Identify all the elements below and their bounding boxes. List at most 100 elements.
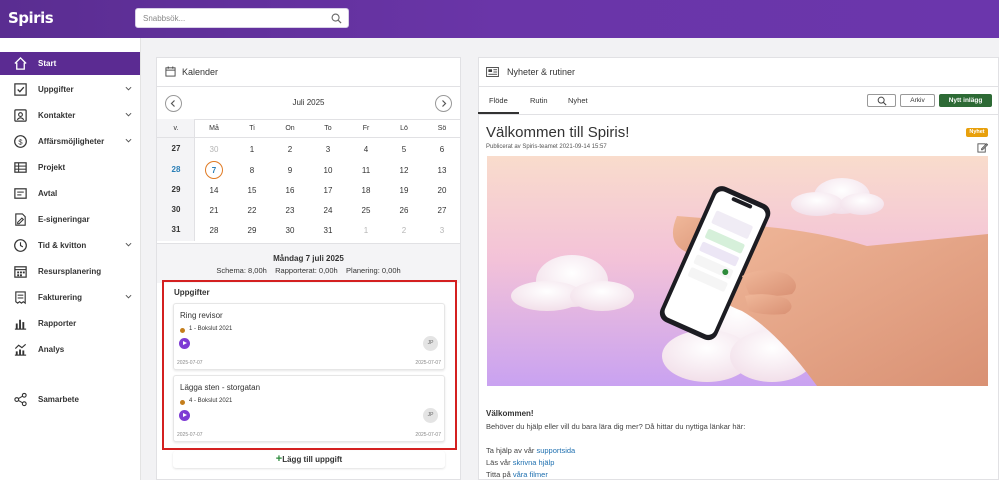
calendar-day[interactable]: 13 (427, 166, 457, 175)
tab-rutin[interactable]: Rutin (530, 96, 548, 105)
sidebar-item-rapporter[interactable]: Rapporter (0, 312, 140, 335)
week-number: 27 (171, 144, 181, 153)
calendar-day[interactable]: 14 (199, 186, 229, 195)
week-number: 30 (171, 205, 181, 214)
news-search-button[interactable] (867, 94, 896, 107)
calendar-day[interactable]: 12 (389, 166, 419, 175)
calendar-day[interactable]: 30 (199, 145, 229, 154)
edit-icon[interactable] (977, 142, 988, 153)
calendar-day[interactable]: 26 (389, 206, 419, 215)
post-meta: Publicerat av Spiris-teamet 2021-09-14 1… (486, 144, 607, 150)
sidebar-item-projekt[interactable]: Projekt (0, 156, 140, 179)
contact-card-icon (14, 109, 27, 122)
calendar-day[interactable]: 21 (199, 206, 229, 215)
sidebar-item-tid-kvitton[interactable]: Tid & kvitton (0, 234, 140, 257)
calendar-day[interactable]: 25 (351, 206, 381, 215)
calendar-day[interactable]: 2 (275, 145, 305, 154)
hero-image (487, 156, 988, 386)
tasks-title: Uppgifter (174, 288, 210, 297)
archive-button[interactable]: Arkiv (900, 94, 935, 107)
calendar-day[interactable]: 11 (351, 166, 381, 175)
calendar-day[interactable]: 9 (275, 166, 305, 175)
calendar-day[interactable]: 8 (237, 166, 267, 175)
sidebar-item-e-signeringar[interactable]: E-signeringar (0, 208, 140, 231)
link-prefix: Läs vår (486, 458, 513, 467)
post-link-line: Ta hjälp av vår supportsida (486, 446, 575, 455)
sidebar-item-analys[interactable]: Analys (0, 338, 140, 361)
sidebar-item-label: Avtal (38, 189, 58, 198)
calendar-day[interactable]: 18 (351, 186, 381, 195)
sidebar-item-samarbete[interactable]: Samarbete (0, 388, 140, 411)
calendar-day[interactable]: 1 (351, 226, 381, 235)
sidebar-item-resursplanering[interactable]: Resursplanering (0, 260, 140, 283)
calendar-day[interactable]: 24 (313, 206, 343, 215)
calendar-day[interactable]: 3 (427, 226, 457, 235)
new-post-button[interactable]: Nytt inlägg (939, 94, 992, 107)
top-bar: Spiris (0, 0, 999, 38)
calendar-day[interactable]: 1 (237, 145, 267, 154)
calendar-day[interactable]: 29 (237, 226, 267, 235)
divider (157, 119, 460, 120)
support-link[interactable]: supportsida (536, 446, 575, 455)
invoice-icon (15, 291, 26, 305)
calendar-day[interactable]: 20 (427, 186, 457, 195)
calendar-day-today[interactable]: 7 (199, 166, 229, 175)
avatar: JP (423, 336, 438, 351)
sidebar-item-kontakter[interactable]: Kontakter (0, 104, 140, 127)
task-card[interactable]: Lägga sten - storgatan 4 - Bokslut 2021 … (173, 375, 445, 442)
newspaper-icon (486, 67, 499, 77)
sidebar-item-avtal[interactable]: Avtal (0, 182, 140, 205)
calendar-day[interactable]: 30 (275, 226, 305, 235)
calendar-day[interactable]: 4 (351, 145, 381, 154)
search-icon[interactable] (331, 13, 342, 24)
spiris-logo[interactable]: Spiris (8, 9, 54, 27)
calendar-day[interactable]: 31 (313, 226, 343, 235)
calendar-icon (165, 66, 176, 77)
table-icon (14, 162, 27, 173)
chevron-down-icon (125, 242, 132, 247)
week-number: 29 (171, 185, 181, 194)
search-input[interactable] (136, 9, 316, 27)
sidebar-item-label: Analys (38, 345, 65, 354)
calendar-day[interactable]: 27 (427, 206, 457, 215)
phone-in-hand-illustration (487, 156, 988, 386)
videos-link[interactable]: våra filmer (513, 470, 548, 479)
calendar-day[interactable]: 19 (389, 186, 419, 195)
divider (478, 86, 999, 87)
sidebar-item-label: Rapporter (38, 319, 77, 328)
task-card[interactable]: Ring revisor 1 - Bokslut 2021 JP 2025-07… (173, 303, 445, 370)
calendar-day[interactable]: 10 (313, 166, 343, 175)
next-month-button[interactable] (435, 95, 452, 112)
task-name: Ring revisor (180, 311, 223, 320)
week-header: v. (173, 125, 179, 132)
calendar-day[interactable]: 3 (313, 145, 343, 154)
chevron-down-icon (125, 294, 132, 299)
calendar-day[interactable]: 16 (275, 186, 305, 195)
calendar-day[interactable]: 28 (199, 226, 229, 235)
day-header: Sö (437, 125, 447, 132)
chevron-down-icon (125, 86, 132, 91)
share-icon (14, 392, 27, 407)
day-summary (157, 243, 460, 283)
calendar-day[interactable]: 23 (275, 206, 305, 215)
calendar-day[interactable]: 22 (237, 206, 267, 215)
play-icon[interactable] (179, 410, 190, 421)
sidebar-item-start[interactable]: Start (0, 52, 140, 75)
tab-nyhet[interactable]: Nyhet (568, 96, 588, 105)
reported-hours: Rapporterat: 0,00h (275, 266, 338, 275)
calendar-day[interactable]: 5 (389, 145, 419, 154)
play-icon[interactable] (179, 338, 190, 349)
sidebar-item-uppgifter[interactable]: Uppgifter (0, 78, 140, 101)
add-task-button[interactable]: +Lägg till uppgift (173, 453, 445, 465)
help-link[interactable]: skrivna hjälp (513, 458, 555, 467)
calendar-day[interactable]: 2 (389, 226, 419, 235)
sidebar-item-fakturering[interactable]: Fakturering (0, 286, 140, 309)
calendar-day[interactable]: 6 (427, 145, 457, 154)
analytics-icon (14, 343, 27, 356)
task-end-date: 2025-07-07 (415, 360, 441, 366)
calendar-month: Juli 2025 (292, 98, 325, 107)
calendar-day[interactable]: 15 (237, 186, 267, 195)
calendar-day[interactable]: 17 (313, 186, 343, 195)
sidebar-item-affarsmojligheter[interactable]: $ Affärsmöjligheter (0, 130, 140, 153)
tab-flode[interactable]: Flöde (489, 96, 508, 105)
